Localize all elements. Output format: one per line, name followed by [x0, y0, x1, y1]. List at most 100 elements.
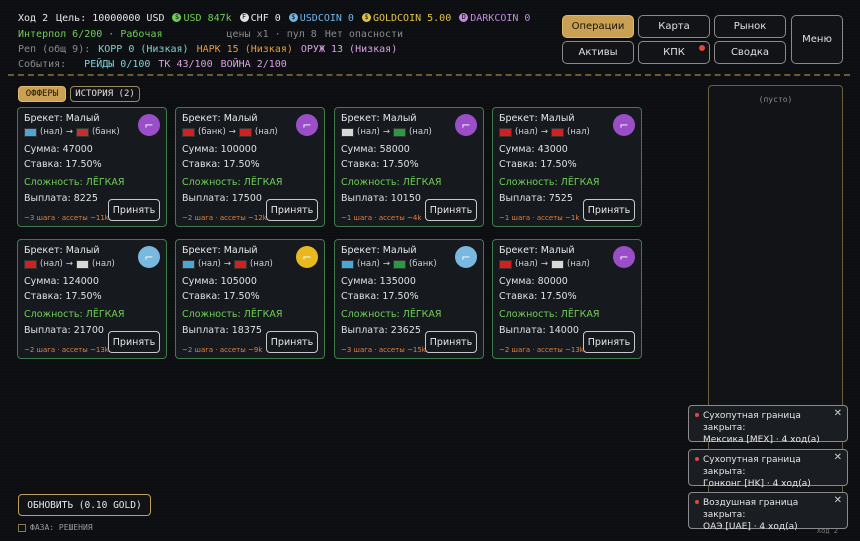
offer-sum: Сумма: 124000 — [24, 276, 99, 287]
flag-icon — [392, 259, 406, 269]
notification-title: Сухопутная граница закрыта: — [703, 455, 801, 477]
offer-difficulty: Сложность: ЛЁГКАЯ — [24, 177, 125, 188]
accept-button[interactable]: Принять — [108, 199, 160, 221]
rep-label: Реп (общ 9): — [18, 43, 91, 55]
offer-rate: Ставка: 17.50% — [24, 159, 102, 170]
offer-card: Брекет: Малый ⌐ (нал) → (банк) Сумма: 47… — [17, 107, 167, 227]
offer-sum: Сумма: 135000 — [341, 276, 416, 287]
close-icon[interactable]: ✕ — [834, 495, 842, 507]
route-to: (нал) — [249, 259, 273, 269]
flag-icon — [75, 127, 89, 137]
route-to: (банк) — [91, 127, 120, 137]
arrow-icon: → — [65, 127, 73, 137]
offer-difficulty: Сложность: ЛЁГКАЯ — [24, 309, 125, 320]
usd-balance: $ USD 847k — [172, 13, 232, 24]
close-icon[interactable]: ✕ — [834, 452, 842, 464]
assets-button[interactable]: Активы — [562, 41, 634, 64]
accept-button[interactable]: Принять — [583, 331, 635, 353]
event-voina: ВОЙНА 2/100 — [220, 58, 287, 70]
turn-label: Ход 2 — [18, 12, 49, 24]
offer-card: Брекет: Малый ⌐ (банк) → (нал) Сумма: 10… — [175, 107, 325, 227]
offer-meta: ~2 шага · ассеты ~13k — [499, 346, 584, 354]
hud-row-reputation: Реп (общ 9): КОРР 0 (Низкая) НАРК 15 (Ни… — [18, 42, 397, 56]
usdcoin-balance: $ USDCOIN 0 — [288, 12, 354, 24]
flag-icon — [392, 127, 406, 137]
notification-detail: ОАЭ [UAE] · 4 ход(а) — [703, 522, 798, 532]
accept-button[interactable]: Принять — [108, 331, 160, 353]
weapon-icon: ⌐ — [296, 246, 318, 268]
goldcoin-value: GOLDCOIN 5.00 — [372, 12, 452, 24]
accept-button[interactable]: Принять — [425, 331, 477, 353]
market-button[interactable]: Рынок — [714, 15, 786, 38]
offer-difficulty: Сложность: ЛЁГКАЯ — [341, 309, 442, 320]
arrow-icon: → — [382, 127, 390, 137]
tab-offers[interactable]: ОФФЕРЫ — [18, 86, 66, 102]
border-closed-notification[interactable]: Сухопутная граница закрыта: Гонконг [HK]… — [688, 449, 848, 489]
summary-button[interactable]: Сводка — [714, 41, 786, 64]
map-button[interactable]: Карта — [638, 15, 710, 38]
hud-divider — [8, 74, 850, 76]
route-from: (нал) — [198, 259, 221, 269]
flag-icon — [233, 259, 247, 269]
operations-button[interactable]: Операции — [562, 15, 634, 38]
hud-row-resources: Ход 2 Цель: 10000000 USD $ USD 847k F CHF … — [18, 11, 530, 25]
route-to: (нал) — [254, 127, 278, 137]
notification-dot-icon — [699, 45, 705, 51]
offer-meta: ~2 шага · ассеты ~12k — [182, 214, 267, 222]
interpol-status: Интерпол 6/200 · Рабочая — [18, 28, 163, 40]
notification-detail: Гонконг [HK] · 4 ход(а) — [703, 479, 811, 489]
route-from: (нал) — [515, 127, 538, 137]
weapon-icon: ⌐ — [455, 246, 477, 268]
offer-rate: Ставка: 17.50% — [24, 291, 102, 302]
accept-button[interactable]: Принять — [266, 199, 318, 221]
notification-title: Воздушная граница закрыта: — [703, 498, 799, 520]
flag-icon — [499, 259, 512, 269]
flag-icon — [238, 127, 252, 137]
refresh-button[interactable]: ОБНОВИТЬ (0.10 GOLD) — [18, 494, 151, 516]
flag-icon — [499, 127, 512, 137]
route-to: (нал) — [566, 259, 590, 269]
offer-card: Брекет: Малый ⌐ (нал) → (нал) Сумма: 124… — [17, 239, 167, 359]
border-closed-notification[interactable]: Сухопутная граница закрыта: Мексика [MEX… — [688, 405, 848, 445]
offer-sum: Сумма: 58000 — [341, 144, 410, 155]
offer-sum: Сумма: 100000 — [182, 144, 257, 155]
flag-icon — [24, 127, 37, 137]
flag-icon — [182, 259, 195, 269]
chf-value: CHF 0 — [250, 12, 281, 24]
flag-icon — [75, 259, 89, 269]
weapon-icon: ⌐ — [455, 114, 477, 136]
goal-label: Цель: 10000000 USD — [56, 12, 165, 24]
event-tk: ТК 43/100 — [158, 58, 213, 70]
offer-rate: Ставка: 17.50% — [499, 159, 577, 170]
flag-icon — [24, 259, 37, 269]
accept-button[interactable]: Принять — [583, 199, 635, 221]
offer-meta: ~3 шага · ассеты ~11k — [24, 214, 109, 222]
kpk-button[interactable]: КПК — [638, 41, 710, 64]
events-label: События: — [18, 58, 67, 70]
usdcoin-value: USDCOIN 0 — [299, 12, 354, 24]
arrow-icon: → — [228, 127, 236, 137]
weapon-icon: ⌐ — [138, 246, 160, 268]
offer-sum: Сумма: 105000 — [182, 276, 257, 287]
offer-meta: ~2 шага · ассеты ~9k — [182, 346, 263, 354]
darkcoin-value: DARKCOIN 0 — [470, 12, 531, 24]
alert-dot-icon — [695, 413, 699, 417]
hud-row-events: События: РЕЙДЫ 0/100 ТК 43/100 ВОЙНА 2/1… — [18, 57, 287, 71]
chf-balance: F CHF 0 — [239, 12, 281, 24]
tab-history[interactable]: ИСТОРИЯ (2) — [70, 86, 140, 102]
accept-button[interactable]: Принять — [425, 199, 477, 221]
darkcoin-icon: D — [459, 13, 469, 22]
weapon-icon: ⌐ — [613, 246, 635, 268]
weapon-icon: ⌐ — [138, 114, 160, 136]
accept-button[interactable]: Принять — [266, 331, 318, 353]
offer-rate: Ставка: 17.50% — [182, 159, 260, 170]
offer-rate: Ставка: 17.50% — [341, 159, 419, 170]
event-reidy: РЕЙДЫ 0/100 — [84, 58, 151, 70]
route-to: (банк) — [408, 259, 437, 269]
close-icon[interactable]: ✕ — [834, 408, 842, 420]
phase-indicator: ФАЗА: РЕШЕНИЯ — [18, 523, 93, 532]
offer-meta: ~1 шага · ассеты ~1k — [499, 214, 580, 222]
route-to: (нал) — [566, 127, 590, 137]
menu-button[interactable]: Меню — [791, 15, 843, 64]
border-closed-notification[interactable]: Воздушная граница закрыта: ОАЭ [UAE] · 4… — [688, 492, 848, 532]
